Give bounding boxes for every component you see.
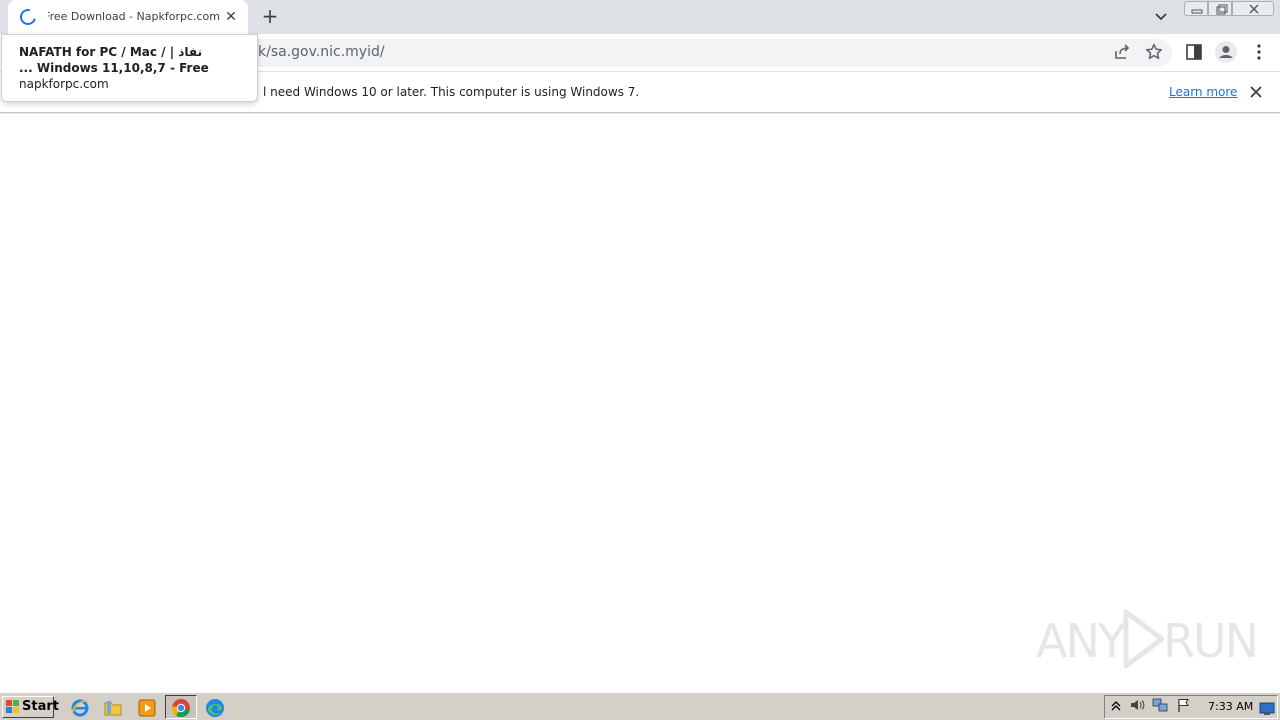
windows-flag-icon: [6, 700, 19, 713]
edge-icon[interactable]: [204, 697, 226, 719]
action-center-flag-icon[interactable]: [1176, 697, 1192, 713]
anyrun-watermark: ANY RUN: [1036, 604, 1259, 674]
start-label: Start: [22, 699, 59, 714]
hover-card-title-line1: NAFATH for PC / Mac / | نفاذ: [19, 45, 203, 59]
browser-tab-active[interactable]: NAFATH for PC / Mac / Windows 11,10,8,7 …: [8, 0, 248, 34]
taskbar-clock[interactable]: 7:33 AM: [1208, 700, 1253, 713]
volume-icon[interactable]: [1129, 697, 1145, 713]
loading-spinner-icon: [17, 6, 39, 28]
watermark-text-right: RUN: [1163, 614, 1259, 668]
bookmark-star-icon[interactable]: [1144, 42, 1164, 62]
hover-card-domain: napkforpc.com: [19, 77, 109, 91]
infobar-close-icon[interactable]: [1247, 83, 1265, 101]
tab-strip: NAFATH for PC / Mac / Windows 11,10,8,7 …: [0, 0, 1280, 34]
start-button[interactable]: Start: [2, 696, 59, 718]
infobar-message: l need Windows 10 or later. This compute…: [263, 85, 640, 99]
window-close-button[interactable]: [1232, 1, 1274, 16]
chrome-icon[interactable]: [170, 697, 192, 719]
file-explorer-icon[interactable]: [102, 697, 124, 719]
play-logo-icon: [1123, 609, 1165, 669]
menu-kebab-icon[interactable]: [1249, 42, 1269, 62]
learn-more-link[interactable]: Learn more: [1169, 85, 1237, 99]
internet-explorer-icon[interactable]: [69, 697, 91, 719]
tab-title: NAFATH for PC / Mac / Windows 11,10,8,7 …: [48, 10, 220, 23]
show-desktop-icon[interactable]: [1259, 701, 1275, 717]
window-restore-button[interactable]: [1208, 1, 1232, 16]
side-panel-icon[interactable]: [1184, 42, 1204, 62]
hover-card-title-line2: ... Windows 11,10,8,7 - Free: [19, 61, 209, 75]
share-icon[interactable]: [1112, 42, 1132, 62]
network-icon[interactable]: [1152, 697, 1168, 713]
watermark-text-left: ANY: [1036, 614, 1126, 668]
new-tab-button[interactable]: +: [259, 6, 281, 28]
tab-search-chevron-icon[interactable]: [1151, 8, 1171, 26]
tab-close-button[interactable]: ✕: [222, 8, 240, 26]
show-hidden-icon[interactable]: [1108, 697, 1124, 713]
tab-hover-card: NAFATH for PC / Mac / | نفاذ ... Windows…: [1, 34, 258, 102]
address-bar-url[interactable]: k/sa.gov.nic.myid/: [258, 44, 385, 60]
media-player-icon[interactable]: [136, 697, 158, 719]
windows-taskbar: Start 7:33 AM: [0, 692, 1280, 720]
profile-icon[interactable]: [1215, 41, 1237, 63]
window-minimize-button[interactable]: [1184, 1, 1208, 16]
